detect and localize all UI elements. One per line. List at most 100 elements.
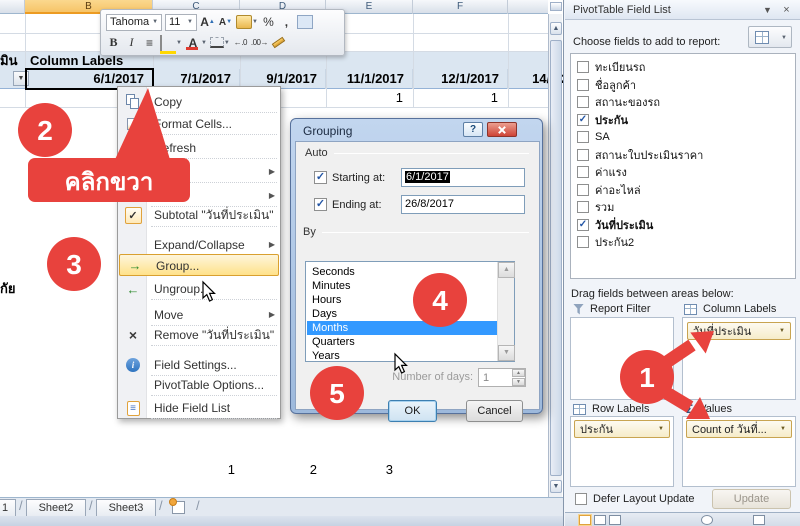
tab-sheet3[interactable]: Sheet3 — [96, 499, 156, 516]
borders-button[interactable]: ▼ — [209, 34, 230, 51]
spinner-up-button[interactable]: ▲ — [512, 369, 525, 377]
checkbox[interactable] — [577, 201, 589, 213]
spinner-down-button[interactable]: ▼ — [512, 378, 525, 386]
checkbox-checked[interactable]: ✓ — [577, 219, 589, 231]
field-row[interactable]: ค่าอะไหล่ — [577, 182, 641, 198]
scroll-down-button[interactable]: ▼ — [550, 480, 562, 493]
checkbox[interactable] — [577, 166, 589, 178]
tab-sheet2[interactable]: Sheet2 — [26, 499, 86, 516]
menu-item-move[interactable]: Move ▶ — [118, 304, 280, 326]
defer-layout-checkbox[interactable] — [575, 493, 587, 505]
scroll-down-button[interactable]: ▼ — [498, 345, 515, 361]
percent-style-button[interactable]: % — [261, 14, 276, 31]
checkbox[interactable] — [577, 61, 589, 73]
scrollbar-split-handle[interactable] — [550, 2, 562, 11]
starting-at-input[interactable]: 6/1/2017 — [401, 168, 525, 187]
value-field-button[interactable]: Count of วันที่... ▼ — [686, 420, 792, 438]
fill-color-button[interactable]: ▼ — [160, 34, 182, 54]
help-button[interactable]: ? — [463, 122, 483, 137]
grow-font-button[interactable]: A ▲ — [200, 14, 215, 31]
report-filter-area[interactable] — [570, 317, 674, 400]
insert-worksheet-icon[interactable] — [169, 498, 185, 514]
accounting-format-button[interactable]: ▼ — [236, 14, 258, 31]
cancel-button[interactable]: Cancel — [466, 400, 523, 422]
checkbox[interactable] — [577, 236, 589, 248]
panel-close-button[interactable]: × — [779, 4, 794, 17]
bold-button[interactable]: B — [106, 34, 121, 51]
increase-decimal-button[interactable]: ←.0 — [233, 34, 248, 51]
menu-item-refresh[interactable]: ↻ Refresh — [118, 137, 280, 159]
menu-item-group[interactable]: → Group... — [119, 254, 279, 276]
menu-item-pivottable-options[interactable]: PivotTable Options... — [118, 374, 280, 396]
field-row[interactable]: ✓ วันที่ประเมิน — [577, 217, 653, 233]
ok-button[interactable]: OK — [388, 400, 437, 422]
col-header-g[interactable] — [508, 0, 548, 14]
list-option-minutes[interactable]: Minutes — [307, 279, 497, 293]
checkbox[interactable] — [577, 149, 589, 161]
count-cell-2[interactable]: 1 — [413, 89, 508, 107]
menu-item-ungroup[interactable]: ← Ungroup... — [118, 278, 280, 300]
field-row[interactable]: รวม — [577, 199, 614, 215]
ending-at-checkbox[interactable]: ✓ — [314, 198, 327, 211]
close-button[interactable] — [487, 122, 517, 137]
scroll-up-button[interactable]: ▲ — [550, 22, 562, 35]
list-option-months-selected[interactable]: Months — [307, 321, 497, 335]
field-row[interactable]: ประกัน2 — [577, 234, 634, 250]
count-cell-1[interactable]: 1 — [326, 89, 413, 107]
menu-item-field-settings[interactable]: i Field Settings... — [118, 354, 280, 376]
by-listbox[interactable]: Seconds Minutes Hours Days Months Quarte… — [305, 261, 515, 362]
menu-item-subtotal[interactable]: ✓ Subtotal "วันที่ประเมิน" — [118, 203, 280, 227]
align-center-button[interactable]: ≡ — [142, 34, 157, 51]
scrollbar-thumb[interactable] — [550, 40, 562, 476]
panel-menu-button[interactable]: ▼ — [760, 4, 775, 17]
ending-at-input[interactable]: 26/8/2017 — [401, 195, 525, 214]
menu-item-expand-collapse[interactable]: Expand/Collapse ▶ — [118, 234, 280, 256]
row-field-button[interactable]: ประกัน ▼ — [574, 420, 670, 438]
list-option-seconds[interactable]: Seconds — [307, 265, 497, 279]
list-option-hours[interactable]: Hours — [307, 293, 497, 307]
field-row[interactable]: ทะเบียนรถ — [577, 59, 645, 75]
field-row[interactable]: ✓ ประกัน — [577, 112, 628, 128]
shrink-font-button[interactable]: A ▼ — [218, 14, 233, 31]
menu-item-hide-field-list[interactable]: ≡ Hide Field List — [118, 397, 280, 419]
comma-style-button[interactable]: , — [279, 14, 294, 31]
scroll-up-button[interactable]: ▲ — [498, 262, 515, 278]
field-row[interactable]: ชื่อลูกค้า — [577, 77, 636, 93]
field-row[interactable]: สถานะของรถ — [577, 94, 660, 110]
column-field-button[interactable]: วันที่ประเมิน ▼ — [687, 322, 791, 340]
field-row[interactable]: สถานะใบประเมินราคา — [577, 147, 703, 163]
horizontal-scrollbar[interactable] — [0, 516, 563, 526]
col-header-f[interactable]: F — [413, 0, 508, 14]
font-size-select[interactable]: 11 ▼ — [165, 13, 197, 31]
field-row[interactable]: SA — [577, 129, 610, 145]
view-break-icon[interactable] — [609, 515, 621, 525]
zoom-slider-icon[interactable] — [753, 515, 765, 525]
menu-item-copy[interactable]: Copy — [118, 91, 280, 113]
field-row[interactable]: ค่าแรง — [577, 164, 627, 180]
menu-item-remove[interactable]: × Remove "วันที่ประเมิน" — [118, 324, 280, 346]
checkbox[interactable] — [577, 184, 589, 196]
list-option-years[interactable]: Years — [307, 349, 497, 363]
list-option-quarters[interactable]: Quarters — [307, 335, 497, 349]
zoom-out-icon[interactable] — [701, 515, 713, 525]
total-cell-3[interactable]: 3 — [320, 462, 393, 478]
layout-options-button[interactable]: ▼ — [748, 26, 792, 48]
total-cell-2[interactable]: 2 — [245, 462, 317, 478]
view-layout-icon[interactable] — [594, 515, 606, 525]
update-button[interactable]: Update — [712, 489, 791, 509]
font-color-button[interactable]: A ▼ — [185, 34, 207, 51]
menu-item-format-cells[interactable]: Format Cells... — [118, 113, 280, 135]
starting-at-checkbox[interactable]: ✓ — [314, 171, 327, 184]
total-cell-1[interactable]: 1 — [160, 462, 235, 478]
list-option-days[interactable]: Days — [307, 307, 497, 321]
italic-button[interactable]: I — [124, 34, 139, 51]
vertical-scrollbar[interactable]: ▲ ▼ — [548, 2, 562, 497]
date-cell-5[interactable]: 12/1/2017 — [413, 69, 508, 89]
checkbox[interactable] — [577, 79, 589, 91]
col-header-a[interactable] — [0, 0, 25, 14]
checkbox[interactable] — [577, 131, 589, 143]
format-painter-button[interactable] — [271, 34, 286, 51]
menu-item-sort[interactable]: ▶ — [118, 161, 280, 183]
view-normal-icon[interactable] — [579, 515, 591, 525]
number-of-days-spinner[interactable]: 1 ▲ ▼ — [478, 368, 526, 387]
